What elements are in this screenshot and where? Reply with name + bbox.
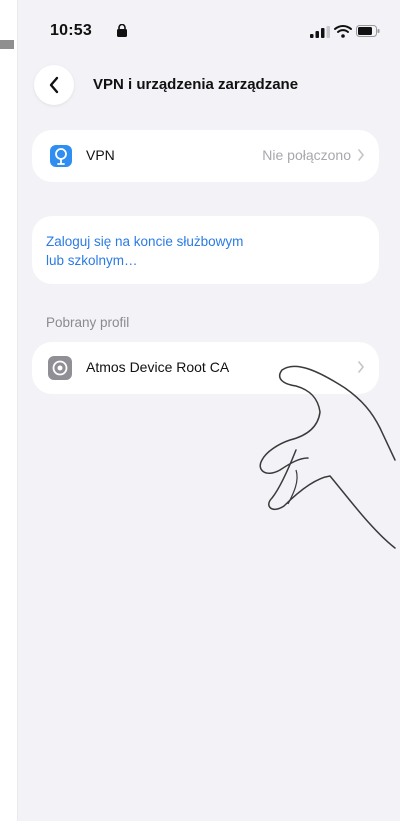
chevron-right-icon xyxy=(358,361,365,373)
status-time: 10:53 xyxy=(50,22,92,39)
vpn-row[interactable]: VPN Nie połączono xyxy=(32,130,379,182)
back-button[interactable] xyxy=(34,65,74,105)
work-account-link-line2: lub szkolnym… xyxy=(46,253,138,268)
vpn-icon xyxy=(50,145,72,167)
wifi-icon xyxy=(334,25,352,38)
lock-icon xyxy=(117,24,127,37)
battery-icon xyxy=(356,25,380,37)
corner-mark xyxy=(0,40,14,49)
chevron-left-icon xyxy=(49,76,59,94)
status-bar: 10:53 xyxy=(18,0,400,60)
page-title: VPN i urządzenia zarządzane xyxy=(93,76,299,93)
work-account-link-line1: Zaloguj się na koncie służbowym xyxy=(46,234,244,249)
work-account-link[interactable]: Zaloguj się na koncie służbowym lub szko… xyxy=(46,232,346,270)
chevron-right-icon xyxy=(358,149,365,161)
vpn-label: VPN xyxy=(86,147,115,163)
settings-profile-icon xyxy=(48,356,72,380)
cellular-signal-icon xyxy=(310,26,330,38)
phone-screen: 10:53 VPN i urządzenia zarządzane VPN Ni… xyxy=(17,0,400,821)
vpn-status-value: Nie połączono xyxy=(262,147,351,163)
section-header-downloaded-profile: Pobrany profil xyxy=(46,315,130,330)
downloaded-profile-row[interactable]: Atmos Device Root CA xyxy=(32,342,379,394)
profile-label: Atmos Device Root CA xyxy=(86,359,230,375)
work-account-card[interactable]: Zaloguj się na koncie służbowym lub szko… xyxy=(32,216,379,284)
